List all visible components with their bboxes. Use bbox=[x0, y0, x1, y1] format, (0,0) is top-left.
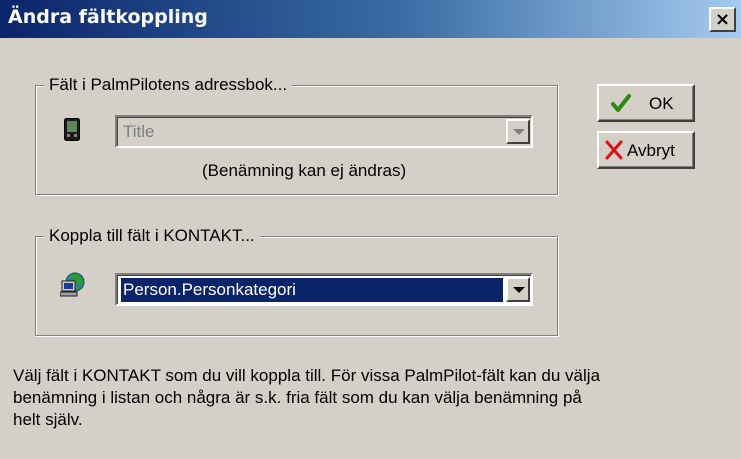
palm-field-select-box: Title bbox=[117, 117, 531, 146]
computer-globe-icon bbox=[59, 272, 86, 298]
help-text: Välj fält i KONTAKT som du vill koppla t… bbox=[13, 366, 601, 429]
cancel-button[interactable]: Avbryt bbox=[597, 131, 695, 169]
cancel-button-label: Avbryt bbox=[627, 141, 675, 160]
palm-field-select[interactable]: Title bbox=[115, 115, 533, 148]
ok-button[interactable]: OK bbox=[597, 84, 695, 122]
kontakt-field-select-value: Person.Personkategori bbox=[121, 278, 503, 302]
dialog-window: Ändra fältkoppling × Fält i PalmPilotens… bbox=[0, 0, 741, 459]
kontakt-field-group: Koppla till fält i KONTAKT... Person.Per… bbox=[35, 226, 558, 336]
kontakt-field-select-box: Person.Personkategori bbox=[117, 275, 531, 304]
palm-field-dropdown-button[interactable] bbox=[506, 119, 530, 144]
title-bar[interactable]: Ändra fältkoppling × bbox=[0, 0, 741, 38]
palm-device-icon bbox=[64, 118, 80, 141]
ok-button-label: OK bbox=[649, 94, 674, 113]
close-button[interactable]: × bbox=[709, 7, 736, 32]
checkmark-icon bbox=[611, 93, 631, 118]
dialog-title: Ändra fältkoppling bbox=[8, 6, 208, 28]
palm-field-group-legend: Fält i PalmPilotens adressbok... bbox=[44, 75, 293, 95]
cancel-x-icon bbox=[605, 140, 623, 165]
chevron-down-icon bbox=[513, 129, 525, 135]
kontakt-field-select[interactable]: Person.Personkategori bbox=[115, 273, 533, 306]
palm-field-note: (Benämning kan ej ändras) bbox=[202, 161, 407, 180]
chevron-down-icon bbox=[513, 287, 525, 293]
palm-field-group: Fält i PalmPilotens adressbok... Title (… bbox=[35, 75, 558, 195]
kontakt-field-group-legend: Koppla till fält i KONTAKT... bbox=[44, 226, 260, 246]
kontakt-field-dropdown-button[interactable] bbox=[506, 277, 530, 302]
palm-field-select-value: Title bbox=[123, 122, 155, 141]
